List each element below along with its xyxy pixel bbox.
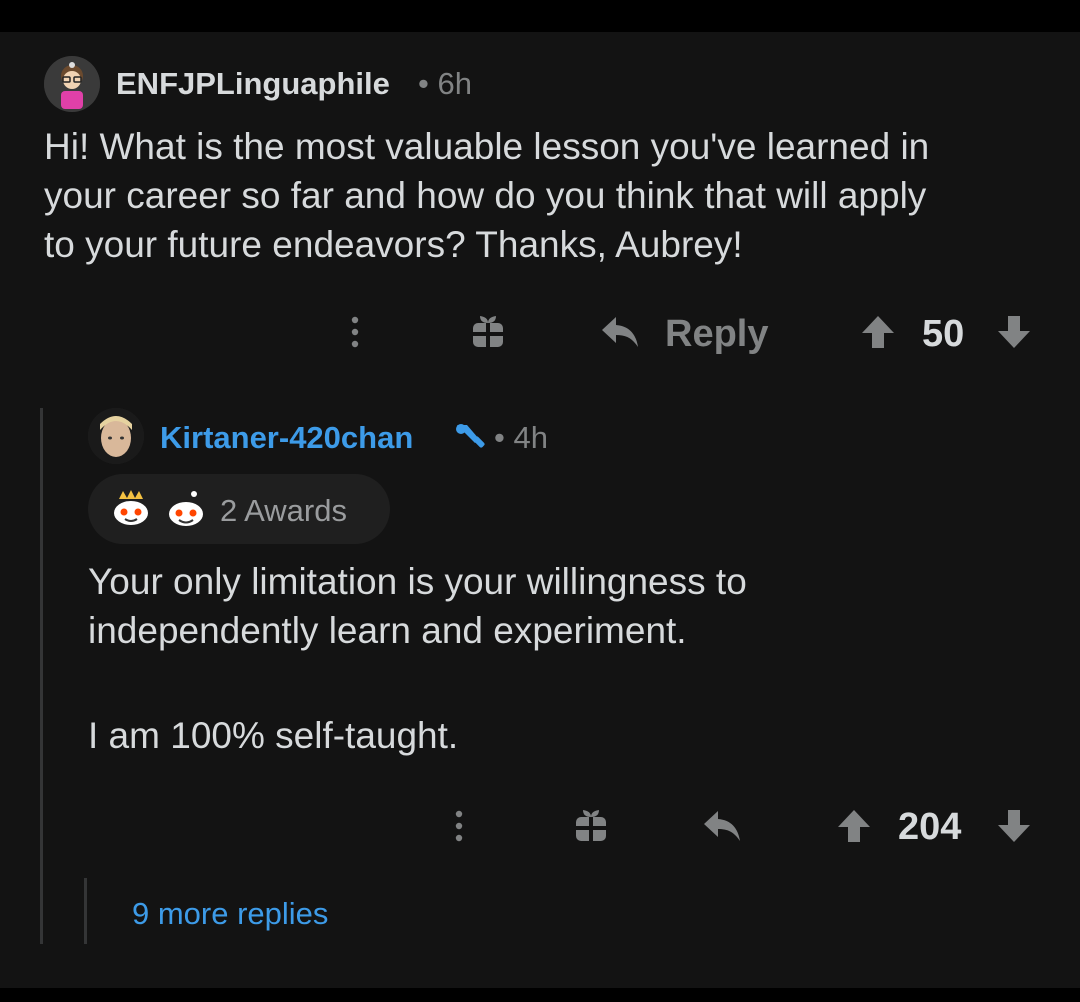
reply-line: I am 100% self-taught. (88, 715, 459, 756)
give-award-button[interactable] (468, 310, 508, 352)
top-edge (0, 0, 1080, 10)
reply-age: 4h (513, 420, 548, 455)
separator-dot: • (494, 420, 514, 455)
upvote-arrow-icon (862, 316, 894, 348)
comment-line: Hi! What is the most valuable lesson you… (44, 126, 930, 167)
comment-line: your career so far and how do you think … (44, 175, 927, 216)
user-avatar[interactable] (44, 56, 100, 112)
reply-avatar[interactable] (88, 408, 144, 464)
comment-score: 50 (922, 313, 965, 355)
award-icon (108, 488, 154, 530)
vertical-dots-icon (351, 316, 359, 348)
reply-label[interactable]: Reply (665, 312, 768, 356)
reply-button[interactable] (700, 806, 744, 846)
overflow-menu-button[interactable] (444, 806, 474, 846)
reply-author[interactable]: Kirtaner-420chan (160, 420, 413, 456)
gift-icon (576, 810, 606, 841)
vertical-dots-icon (455, 810, 463, 842)
downvote-button[interactable] (994, 806, 1034, 846)
award-icon (162, 488, 210, 530)
downvote-arrow-icon (998, 810, 1030, 842)
comment-author[interactable]: ENFJPLinguaphile (116, 66, 390, 102)
give-award-button[interactable] (571, 804, 611, 846)
upvote-button[interactable] (858, 312, 898, 352)
reply-line: Your only limitation is your willingness… (88, 561, 747, 602)
reply-meta: • 4h (494, 420, 548, 456)
separator-dot: • (418, 66, 438, 101)
thread-line[interactable] (40, 408, 43, 944)
comment-line: to your future endeavors? Thanks, Aubrey… (44, 224, 743, 265)
reply-line: independently learn and experiment. (88, 610, 687, 651)
reply-button[interactable] (598, 312, 642, 352)
upvote-button[interactable] (834, 806, 874, 846)
comment-body: Hi! What is the most valuable lesson you… (44, 122, 929, 269)
downvote-button[interactable] (994, 312, 1034, 352)
mod-shield-icon (452, 420, 490, 454)
nested-thread-line[interactable] (84, 878, 87, 944)
gift-icon (473, 316, 503, 347)
upvote-arrow-icon (838, 810, 870, 842)
downvote-arrow-icon (998, 316, 1030, 348)
reply-score: 204 (898, 806, 962, 848)
comment-age: 6h (437, 66, 472, 101)
reply-body: Your only limitation is your willingness… (88, 557, 747, 760)
reply-arrow-icon (704, 811, 740, 841)
overflow-menu-button[interactable] (340, 312, 370, 352)
comment-meta: • 6h (418, 66, 472, 102)
reply-arrow-icon (602, 317, 638, 347)
awards-count[interactable]: 2 Awards (220, 493, 347, 529)
more-replies-link[interactable]: 9 more replies (132, 895, 328, 933)
